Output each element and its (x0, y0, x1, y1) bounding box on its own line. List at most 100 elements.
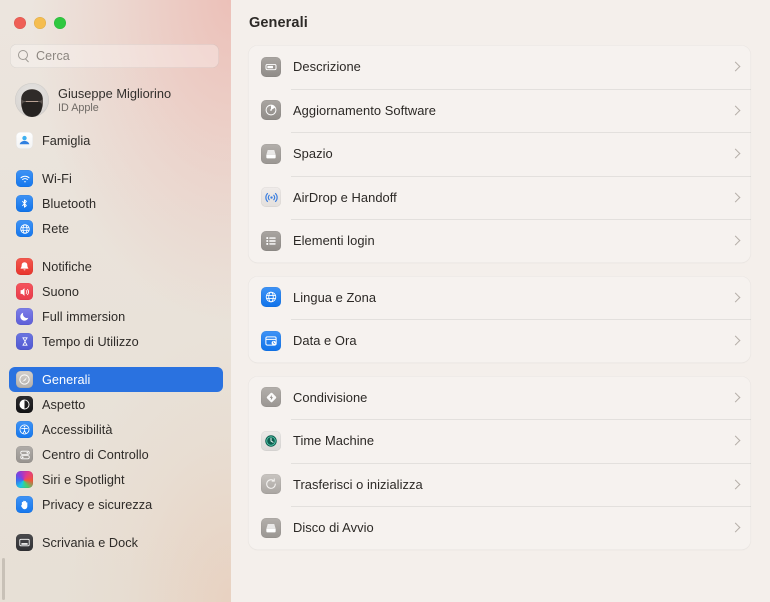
sidebar-item-label: Aspetto (42, 397, 86, 412)
row-condivisione[interactable]: Condivisione (248, 376, 751, 420)
sidebar-group-general: Generali Aspetto Accessibilità Centro di… (0, 367, 231, 517)
storage-icon (261, 143, 281, 164)
sidebar-item-centro-di-controllo[interactable]: Centro di Controllo (9, 442, 223, 467)
startup-disk-icon (261, 517, 281, 538)
sidebar-item-label: Privacy e sicurezza (42, 497, 153, 512)
sidebar-item-tempo-di-utilizzo[interactable]: Tempo di Utilizzo (9, 329, 223, 354)
sidebar-item-generali[interactable]: Generali (9, 367, 223, 392)
sidebar-item-scrivania-e-dock[interactable]: Scrivania e Dock (9, 530, 223, 555)
sidebar-item-label: Accessibilità (42, 422, 113, 437)
sidebar-item-full-immersion[interactable]: Full immersion (9, 304, 223, 329)
sidebar-item-bluetooth[interactable]: Bluetooth (9, 191, 223, 216)
row-label: Spazio (293, 146, 333, 162)
search-icon (18, 50, 30, 62)
zoom-button[interactable] (54, 17, 66, 29)
row-label: Lingua e Zona (293, 289, 377, 305)
sidebar-item-label: Suono (42, 284, 79, 299)
sidebar-scrollbar[interactable] (2, 558, 5, 600)
appearance-contrast-icon (16, 396, 33, 413)
chevron-right-icon (730, 335, 741, 346)
row-airdrop-e-handoff[interactable]: AirDrop e Handoff (248, 175, 751, 220)
family-icon (16, 132, 33, 149)
bluetooth-icon (16, 195, 33, 212)
control-center-icon (16, 446, 33, 463)
row-label: Elementi login (293, 233, 375, 249)
sidebar-item-label: Rete (42, 221, 69, 236)
row-label: Condivisione (293, 389, 368, 405)
chevron-right-icon (730, 522, 741, 533)
sidebar-group-network: Wi-Fi Bluetooth Rete (0, 166, 231, 241)
language-region-globe-icon (261, 287, 281, 308)
sidebar-item-label: Tempo di Utilizzo (42, 334, 139, 349)
minimize-button[interactable] (34, 17, 46, 29)
chevron-right-icon (730, 392, 741, 403)
row-label: Disco di Avvio (293, 520, 374, 536)
chevron-right-icon (730, 479, 741, 490)
row-label: AirDrop e Handoff (293, 189, 397, 205)
transfer-reset-icon (261, 474, 281, 495)
search-container: Cerca (0, 29, 231, 68)
siri-icon (16, 471, 33, 488)
sidebar-item-label: Full immersion (42, 309, 126, 324)
avatar (15, 83, 49, 117)
search-input[interactable]: Cerca (10, 44, 219, 68)
row-lingua-e-zona[interactable]: Lingua e Zona (248, 276, 751, 320)
row-time-machine[interactable]: Time Machine (248, 419, 751, 463)
account-subtitle: ID Apple (58, 101, 99, 114)
chevron-right-icon (730, 61, 741, 72)
about-mac-icon (261, 56, 281, 77)
account-text: Giuseppe Migliorino ID Apple (58, 86, 171, 115)
focus-moon-icon (16, 308, 33, 325)
sidebar-item-label: Famiglia (42, 133, 91, 148)
sidebar-item-label: Wi-Fi (42, 171, 72, 186)
system-settings-window: Cerca Giuseppe Migliorino ID Apple Famig… (0, 0, 770, 602)
sidebar-item-suono[interactable]: Suono (9, 279, 223, 304)
row-data-e-ora[interactable]: Data e Ora (248, 319, 751, 363)
main-content: Generali Descrizione Aggiornamento Softw… (231, 0, 770, 602)
sidebar-group-notifications: Notifiche Suono Full immersion Tempo di … (0, 254, 231, 354)
screen-time-hourglass-icon (16, 333, 33, 350)
sidebar-item-rete[interactable]: Rete (9, 216, 223, 241)
page-title: Generali (249, 15, 308, 31)
close-button[interactable] (14, 17, 26, 29)
settings-card: Condivisione Time Machine Trasferisci o … (248, 375, 751, 550)
window-traffic-lights (0, 0, 231, 29)
row-spazio[interactable]: Spazio (248, 132, 751, 176)
row-trasferisci-o-inizializza[interactable]: Trasferisci o inizializza (248, 462, 751, 507)
sidebar-item-famiglia[interactable]: Famiglia (9, 128, 223, 153)
sidebar-item-label: Bluetooth (42, 196, 97, 211)
sharing-icon (261, 387, 281, 408)
account-name: Giuseppe Migliorino (58, 85, 172, 101)
sidebar-item-siri-e-spotlight[interactable]: Siri e Spotlight (9, 467, 223, 492)
sidebar-item-label: Siri e Spotlight (42, 472, 125, 487)
apple-id-account-item[interactable]: Giuseppe Migliorino ID Apple (9, 78, 223, 122)
sidebar-item-accessibilita[interactable]: Accessibilità (9, 417, 223, 442)
row-aggiornamento-software[interactable]: Aggiornamento Software (248, 88, 751, 133)
sidebar-item-notifiche[interactable]: Notifiche (9, 254, 223, 279)
chevron-right-icon (730, 235, 741, 246)
general-gear-icon (16, 371, 33, 388)
row-label: Time Machine (293, 433, 375, 449)
login-items-icon (261, 230, 281, 251)
row-label: Data e Ora (293, 333, 357, 349)
sidebar: Cerca Giuseppe Migliorino ID Apple Famig… (0, 0, 231, 602)
chevron-right-icon (730, 435, 741, 446)
sidebar-item-label: Notifiche (42, 259, 92, 274)
row-disco-di-avvio[interactable]: Disco di Avvio (248, 506, 751, 550)
privacy-hand-icon (16, 496, 33, 513)
chevron-right-icon (730, 105, 741, 116)
sidebar-group-family: Famiglia (0, 128, 231, 153)
row-elementi-login[interactable]: Elementi login (248, 219, 751, 263)
search-placeholder: Cerca (36, 49, 70, 63)
sidebar-group-desktop: Scrivania e Dock (0, 530, 231, 555)
row-descrizione[interactable]: Descrizione (248, 45, 751, 89)
chevron-right-icon (730, 148, 741, 159)
accessibility-icon (16, 421, 33, 438)
sidebar-item-privacy-e-sicurezza[interactable]: Privacy e sicurezza (9, 492, 223, 517)
sidebar-item-wifi[interactable]: Wi-Fi (9, 166, 223, 191)
airdrop-icon (261, 187, 281, 208)
sidebar-item-aspetto[interactable]: Aspetto (9, 392, 223, 417)
network-globe-icon (16, 220, 33, 237)
settings-card: Lingua e Zona Data e Ora (248, 275, 751, 363)
sound-speaker-icon (16, 283, 33, 300)
